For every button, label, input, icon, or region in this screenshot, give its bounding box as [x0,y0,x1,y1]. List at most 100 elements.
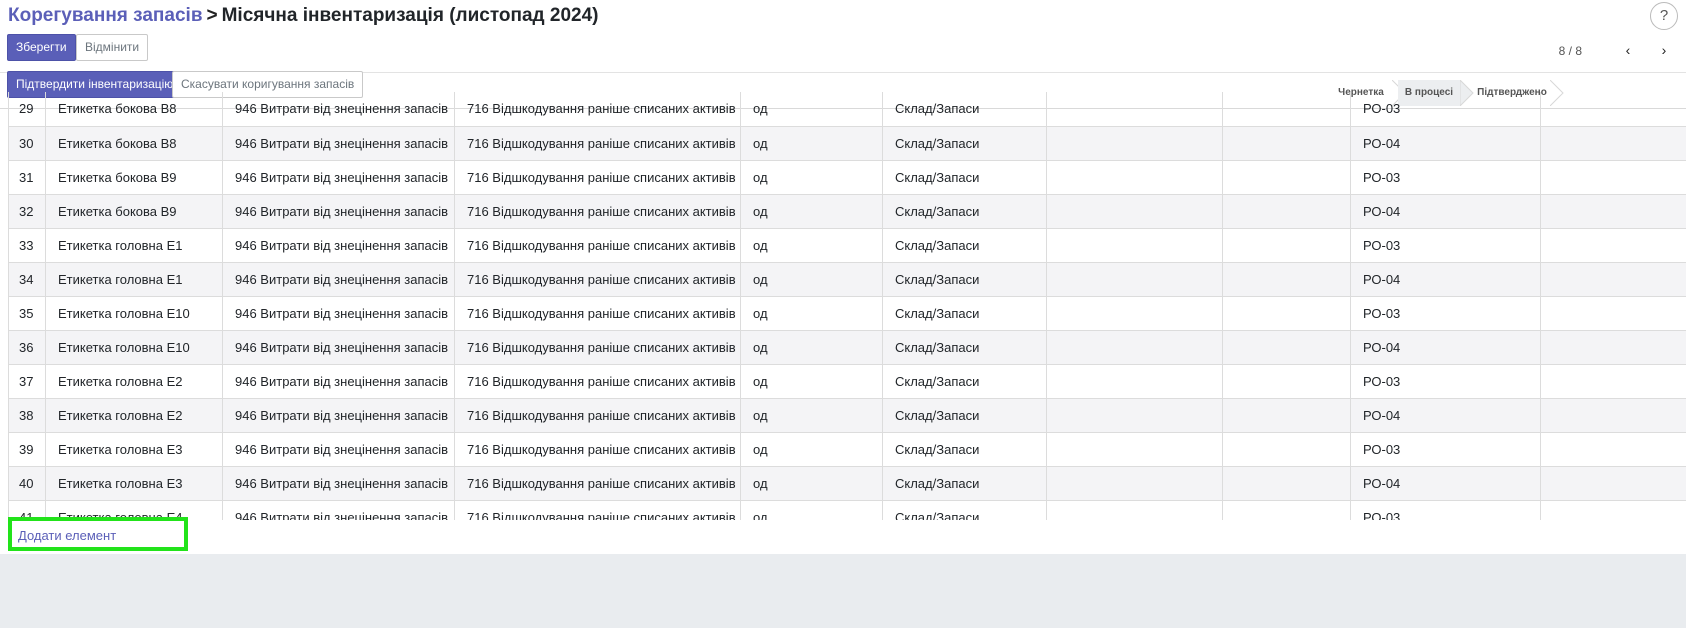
expense-account-cell[interactable]: 946 Витрати від знецінення запасів [222,432,455,467]
income-account-cell[interactable]: 716 Відшкодування раніше списаних активі… [454,432,741,467]
discard-button[interactable]: Відмінити [76,34,149,61]
empty-cell[interactable] [1046,160,1223,195]
expense-account-cell[interactable]: 946 Витрати від знецінення запасів [222,126,455,161]
uom-cell[interactable]: од [740,160,883,195]
product-cell[interactable]: Етикетка бокова B8 [45,92,223,127]
table-row[interactable]: 33 Етикетка головна E1 946 Витрати від зне… [8,228,1686,263]
empty-cell[interactable] [1222,126,1351,161]
empty-cell[interactable] [1046,92,1223,127]
reference-cell[interactable]: РО-04 [1350,398,1541,433]
row-number[interactable]: 35 [8,296,46,331]
location-cell[interactable]: Склад/Запаси [882,194,1047,229]
income-account-cell[interactable]: 716 Відшкодування раніше списаних активі… [454,160,741,195]
product-cell[interactable]: Етикетка головна E3 [45,466,223,501]
expense-account-cell[interactable]: 946 Витрати від знецінення запасів [222,160,455,195]
empty-cell[interactable] [1046,228,1223,263]
expense-account-cell[interactable]: 946 Витрати від знецінення запасів [222,364,455,399]
empty-cell[interactable] [1540,330,1686,365]
product-cell[interactable]: Етикетка головна E10 [45,296,223,331]
empty-cell[interactable] [1540,160,1686,195]
table-row[interactable]: 39 Етикетка головна E3 946 Витрати від зне… [8,432,1686,467]
income-account-cell[interactable]: 716 Відшкодування раніше списаних активі… [454,398,741,433]
pager-prev-icon[interactable]: ‹ [1618,40,1638,60]
empty-cell[interactable] [1222,296,1351,331]
empty-cell[interactable] [1540,228,1686,263]
product-cell[interactable]: Етикетка головна E2 [45,398,223,433]
row-number[interactable]: 34 [8,262,46,297]
breadcrumb-parent-link[interactable]: Корегування запасів [8,5,203,26]
row-number[interactable]: 33 [8,228,46,263]
uom-cell[interactable]: од [740,466,883,501]
location-cell[interactable]: Склад/Запаси [882,262,1047,297]
income-account-cell[interactable]: 716 Відшкодування раніше списаних активі… [454,194,741,229]
location-cell[interactable]: Склад/Запаси [882,364,1047,399]
empty-cell[interactable] [1222,262,1351,297]
expense-account-cell[interactable]: 946 Витрати від знецінення запасів [222,330,455,365]
empty-cell[interactable] [1222,160,1351,195]
expense-account-cell[interactable]: 946 Витрати від знецінення запасів [222,228,455,263]
row-number[interactable]: 32 [8,194,46,229]
table-row[interactable]: 36 Етикетка головна E10 946 Витрати від зн… [8,330,1686,365]
location-cell[interactable]: Склад/Запаси [882,330,1047,365]
table-row[interactable]: 31 Етикетка бокова B9 946 Витрати від знец… [8,160,1686,195]
uom-cell[interactable]: од [740,330,883,365]
expense-account-cell[interactable]: 946 Витрати від знецінення запасів [222,398,455,433]
uom-cell[interactable]: од [740,398,883,433]
expense-account-cell[interactable]: 946 Витрати від знецінення запасів [222,466,455,501]
reference-cell[interactable]: РО-03 [1350,92,1541,127]
empty-cell[interactable] [1046,296,1223,331]
empty-cell[interactable] [1222,228,1351,263]
reference-cell[interactable]: РО-03 [1350,364,1541,399]
product-cell[interactable]: Етикетка головна E2 [45,364,223,399]
reference-cell[interactable]: РО-03 [1350,160,1541,195]
uom-cell[interactable]: од [740,296,883,331]
empty-cell[interactable] [1540,432,1686,467]
reference-cell[interactable]: РО-03 [1350,296,1541,331]
empty-cell[interactable] [1046,194,1223,229]
income-account-cell[interactable]: 716 Відшкодування раніше списаних активі… [454,330,741,365]
help-icon[interactable]: ? [1650,2,1678,30]
empty-cell[interactable] [1046,330,1223,365]
reference-cell[interactable]: РО-04 [1350,466,1541,501]
empty-cell[interactable] [1222,92,1351,127]
row-number[interactable]: 37 [8,364,46,399]
location-cell[interactable]: Склад/Запаси [882,160,1047,195]
pager-next-icon[interactable]: › [1654,40,1674,60]
location-cell[interactable]: Склад/Запаси [882,296,1047,331]
empty-cell[interactable] [1222,194,1351,229]
reference-cell[interactable]: РО-04 [1350,194,1541,229]
income-account-cell[interactable]: 716 Відшкодування раніше списаних активі… [454,92,741,127]
product-cell[interactable]: Етикетка бокова B9 [45,160,223,195]
empty-cell[interactable] [1046,466,1223,501]
empty-cell[interactable] [1540,194,1686,229]
empty-cell[interactable] [1540,364,1686,399]
table-row[interactable]: 30 Етикетка бокова B8 946 Витрати від знец… [8,126,1686,161]
empty-cell[interactable] [1222,432,1351,467]
expense-account-cell[interactable]: 946 Витрати від знецінення запасів [222,296,455,331]
location-cell[interactable]: Склад/Запаси [882,228,1047,263]
income-account-cell[interactable]: 716 Відшкодування раніше списаних активі… [454,466,741,501]
empty-cell[interactable] [1046,364,1223,399]
uom-cell[interactable]: од [740,194,883,229]
row-number[interactable]: 30 [8,126,46,161]
empty-cell[interactable] [1540,466,1686,501]
table-row[interactable]: 35 Етикетка головна E10 946 Витрати від зн… [8,296,1686,331]
location-cell[interactable]: Склад/Запаси [882,466,1047,501]
empty-cell[interactable] [1540,126,1686,161]
empty-cell[interactable] [1540,92,1686,127]
empty-cell[interactable] [1046,398,1223,433]
product-cell[interactable]: Етикетка бокова B8 [45,126,223,161]
empty-cell[interactable] [1222,364,1351,399]
reference-cell[interactable]: РО-04 [1350,262,1541,297]
uom-cell[interactable]: од [740,364,883,399]
income-account-cell[interactable]: 716 Відшкодування раніше списаних активі… [454,228,741,263]
uom-cell[interactable]: од [740,126,883,161]
row-number[interactable]: 38 [8,398,46,433]
row-number[interactable]: 40 [8,466,46,501]
income-account-cell[interactable]: 716 Відшкодування раніше списаних активі… [454,126,741,161]
uom-cell[interactable]: од [740,262,883,297]
expense-account-cell[interactable]: 946 Витрати від знецінення запасів [222,194,455,229]
income-account-cell[interactable]: 716 Відшкодування раніше списаних активі… [454,364,741,399]
table-row[interactable]: 37 Етикетка головна E2 946 Витрати від зне… [8,364,1686,399]
row-number[interactable]: 31 [8,160,46,195]
